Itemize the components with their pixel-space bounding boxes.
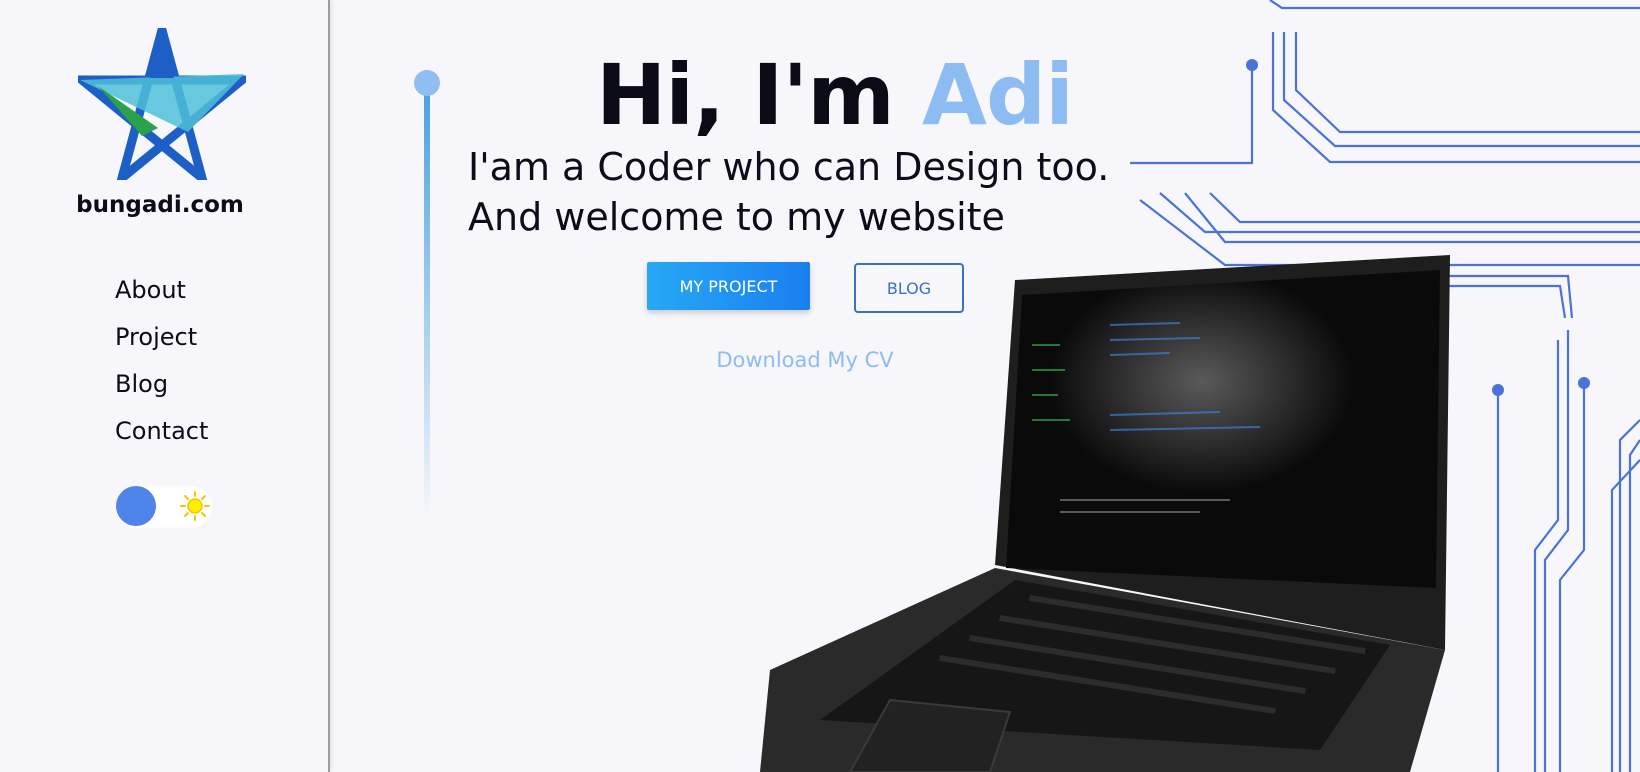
laptop-illustration: [760, 255, 1450, 772]
hero-name: Adi: [922, 46, 1074, 144]
hero-subtitle-line1: I'am a Coder who can Design too.: [468, 145, 1110, 189]
star-logo-icon: [78, 28, 246, 180]
hero-subtitle: I'am a Coder who can Design too. And wel…: [468, 142, 1188, 242]
sidebar: bungadi.com About Project Blog Contact: [0, 0, 330, 772]
hero-title: Hi, I'm Adi: [596, 40, 1074, 150]
hero-subtitle-line2: And welcome to my website: [468, 195, 1005, 239]
page: bungadi.com About Project Blog Contact H…: [0, 0, 1640, 772]
nav-item-about[interactable]: About: [115, 270, 208, 317]
main-nav: About Project Blog Contact: [115, 270, 208, 458]
nav-item-blog[interactable]: Blog: [115, 364, 208, 411]
nav-item-contact[interactable]: Contact: [115, 411, 208, 458]
theme-toggle[interactable]: [115, 484, 213, 528]
site-name[interactable]: bungadi.com: [0, 192, 320, 218]
nav-item-project[interactable]: Project: [115, 317, 208, 364]
accent-line: [424, 92, 430, 522]
accent-dot: [414, 70, 440, 96]
toggle-knob: [116, 486, 156, 526]
hero-greeting: Hi, I'm: [596, 46, 895, 144]
sun-icon: [180, 491, 210, 521]
